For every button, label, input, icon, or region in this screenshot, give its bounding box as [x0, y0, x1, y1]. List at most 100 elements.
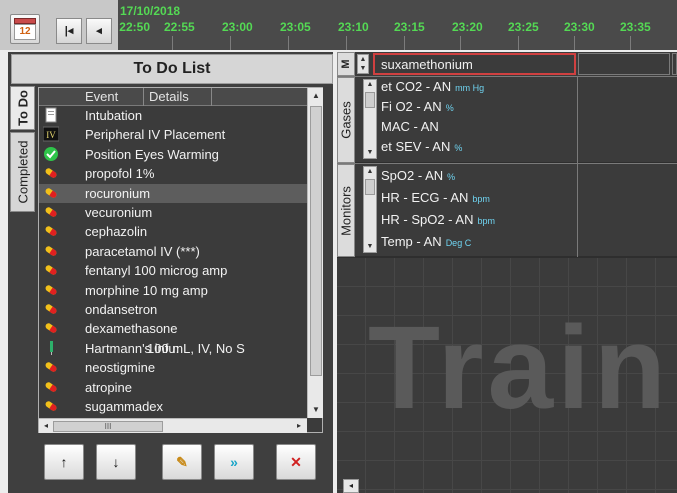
gas-parameter[interactable]: MAC - AN	[381, 119, 577, 138]
parameter-name: Fi O2 - AN	[381, 99, 442, 114]
event-name: morphine 10 mg amp	[85, 282, 208, 298]
iv-icon: IV	[42, 126, 60, 142]
scroll-thumb[interactable]	[365, 179, 375, 195]
gases-scrollbar[interactable]: ▲ ▼	[363, 79, 377, 159]
timeline-date: 17/10/2018	[120, 4, 181, 18]
scroll-up-icon[interactable]: ▲	[365, 80, 375, 90]
move-down-button[interactable]: ↓	[96, 444, 136, 480]
monitors-label: Monitors	[337, 164, 355, 257]
calendar-button[interactable]: 12	[10, 14, 40, 44]
list-item[interactable]: ondansetron	[39, 300, 307, 319]
grid-scroll-left-button[interactable]: ◂	[343, 479, 359, 493]
monitor-parameter[interactable]: SpO2 - AN%	[381, 168, 577, 187]
event-name: paracetamol IV (***)	[85, 243, 200, 259]
list-header: Event Details	[39, 88, 307, 106]
list-item[interactable]: dexamethasone	[39, 319, 307, 338]
tab-completed[interactable]: Completed	[10, 132, 35, 212]
list-item[interactable]: atropine	[39, 378, 307, 397]
gas-parameter[interactable]: et SEV - AN%	[381, 139, 577, 158]
previous-page-button[interactable]: ◂	[86, 18, 112, 44]
time-tick	[230, 36, 231, 50]
column-divider	[577, 164, 578, 257]
move-up-button[interactable]: ↑	[44, 444, 84, 480]
gas-parameter[interactable]: Fi O2 - AN%	[381, 99, 577, 118]
medication-cell[interactable]	[578, 53, 670, 75]
gas-parameter[interactable]: et CO2 - AN mm Hg	[381, 79, 577, 98]
column-divider[interactable]	[143, 88, 144, 106]
list-item[interactable]: paracetamol IV (***)	[39, 242, 307, 261]
list-item[interactable]: neostigmine	[39, 358, 307, 377]
time-tick	[460, 36, 461, 50]
medication-spinner[interactable]: ▲ ▼	[357, 54, 369, 74]
todo-side-tabs: To Do Completed	[10, 86, 35, 326]
pill-icon	[43, 204, 59, 220]
medication-row-label-text: M	[340, 59, 352, 69]
scroll-left-icon[interactable]: ◂	[40, 420, 52, 432]
parameter-unit: bpm	[477, 216, 495, 226]
column-divider[interactable]	[211, 88, 212, 106]
monitors-label-text: Monitors	[338, 185, 354, 236]
todo-horizontal-scrollbar[interactable]: ◂ III ▸	[39, 418, 307, 433]
monitor-parameter[interactable]: HR - ECG - AN bpm	[381, 190, 577, 209]
monitor-parameter[interactable]: HR - SpO2 - AN bpm	[381, 212, 577, 231]
event-name: vecuronium	[85, 205, 153, 220]
medication-cell[interactable]	[672, 53, 677, 75]
medication-name[interactable]: suxamethonium	[373, 53, 576, 75]
scroll-thumb[interactable]	[310, 106, 322, 376]
event-name: sugammadex	[85, 399, 164, 414]
parameter-name: MAC - AN	[381, 119, 439, 134]
scroll-down-icon[interactable]: ▼	[365, 148, 375, 158]
scroll-down-icon[interactable]: ▼	[310, 404, 322, 416]
close-icon: ✕	[290, 454, 302, 470]
parameter-unit: %	[454, 143, 463, 153]
todo-list[interactable]: Event Details Intubation IV Peripheral IV …	[38, 87, 323, 433]
column-event[interactable]: Event	[85, 89, 118, 104]
list-item[interactable]: cephazolin	[39, 222, 307, 241]
time-label: 23:05	[280, 20, 311, 34]
pill-icon	[43, 243, 59, 259]
tab-to-do[interactable]: To Do	[10, 86, 35, 130]
gases-group: Gases ▲ ▼ et CO2 - AN mm Hg Fi O2 - AN% M…	[337, 76, 677, 163]
list-item[interactable]: fentanyl 100 microg amp	[39, 261, 307, 280]
anaesthesia-record-window: 12 |◂ ◂ 17/10/2018 22:50 22:55 23:00 23:…	[0, 0, 677, 493]
time-label: 23:35	[620, 20, 651, 34]
scroll-up-icon[interactable]: ▲	[365, 167, 375, 177]
scroll-up-icon[interactable]: ▲	[310, 90, 322, 102]
top-toolbar: 12 |◂ ◂ 17/10/2018 22:50 22:55 23:00 23:…	[0, 0, 677, 50]
event-name: atropine	[85, 379, 132, 395]
scroll-thumb[interactable]	[365, 92, 375, 108]
time-label: 23:30	[564, 20, 595, 34]
pill-icon	[43, 398, 59, 414]
list-item[interactable]: Intubation	[39, 106, 307, 125]
column-details[interactable]: Details	[149, 89, 189, 104]
edit-button[interactable]: ✎	[162, 444, 202, 480]
list-item[interactable]: rocuronium	[39, 183, 307, 203]
pill-icon	[43, 262, 59, 278]
first-page-button[interactable]: |◂	[56, 18, 82, 44]
list-item[interactable]: propofol 1%	[39, 164, 307, 183]
horizontal-scroll-thumb[interactable]: III	[53, 421, 163, 432]
pill-icon	[43, 301, 59, 317]
scroll-right-icon[interactable]: ▸	[293, 420, 305, 432]
list-item[interactable]: IV Peripheral IV Placement	[39, 125, 307, 144]
time-label: 23:10	[338, 20, 369, 34]
event-name: dexamethasone	[85, 321, 178, 337]
list-item[interactable]: sugammadex	[39, 397, 307, 416]
timeline[interactable]: 17/10/2018 22:50 22:55 23:00 23:05 23:10…	[118, 0, 677, 50]
todo-vertical-scrollbar[interactable]: ▲ ▼	[307, 88, 323, 418]
time-tick	[346, 36, 347, 50]
parameter-unit: Deg C	[445, 238, 472, 248]
event-name: propofol 1%	[85, 166, 155, 182]
scroll-down-icon[interactable]: ▼	[365, 242, 375, 252]
calendar-day: 12	[14, 24, 36, 40]
list-item[interactable]: vecuronium	[39, 203, 307, 222]
monitor-parameter[interactable]: Temp - AN Deg C	[381, 234, 577, 253]
delete-button[interactable]: ✕	[276, 444, 316, 480]
time-label: 23:20	[452, 20, 483, 34]
monitors-scrollbar[interactable]: ▲ ▼	[363, 166, 377, 253]
list-item[interactable]: Position Eyes Warming	[39, 145, 307, 164]
parameter-unit: mm Hg	[455, 83, 485, 93]
list-item[interactable]: morphine 10 mg amp	[39, 281, 307, 300]
list-item[interactable]: Hartmann's infu: 100 mL, IV, No S	[39, 339, 307, 358]
complete-button[interactable]: »	[214, 444, 254, 480]
